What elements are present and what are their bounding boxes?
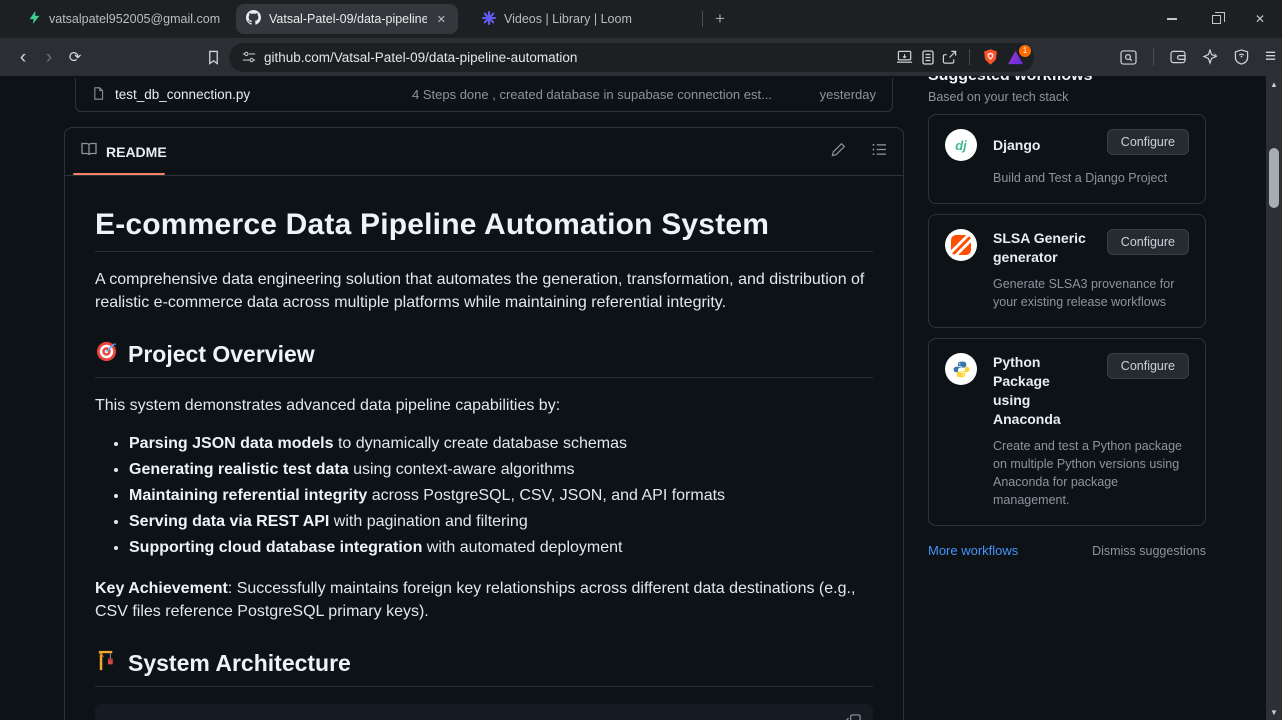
intro-paragraph: A comprehensive data engineering solutio… xyxy=(95,271,865,311)
tab-label: Videos | Library | Loom xyxy=(504,12,632,26)
suggested-workflows-panel: Suggested workflows Based on your tech s… xyxy=(928,76,1206,558)
wallet-icon[interactable] xyxy=(1170,50,1186,64)
readme-body: E-commerce Data Pipeline Automation Syst… xyxy=(65,176,903,720)
tab-supabase[interactable]: vatsalpatel952005@gmail.com's Proj xyxy=(18,0,230,38)
list-item: Serving data via REST API with paginatio… xyxy=(129,509,873,535)
list-item: Parsing JSON data models to dynamically … xyxy=(129,431,873,457)
new-tab-button[interactable]: + xyxy=(715,9,725,29)
workflow-title: SLSA Generic generator xyxy=(993,230,1086,265)
bookmarks-icon[interactable] xyxy=(206,50,221,65)
architecture-code-block: ┌──────────────┐ ┌──────────────┐ ┌─────… xyxy=(95,704,873,720)
reload-button[interactable]: ⟳ xyxy=(62,50,88,65)
list-item: Generating realistic test data using con… xyxy=(129,457,873,483)
readme-tab[interactable]: README xyxy=(73,128,167,175)
leo-ai-icon[interactable] xyxy=(1202,49,1218,65)
more-workflows-link[interactable]: More workflows xyxy=(928,543,1018,558)
django-logo-icon: dj xyxy=(945,129,977,161)
scrollbar-thumb[interactable] xyxy=(1269,148,1279,208)
tab-close-icon[interactable]: ✕ xyxy=(435,13,448,26)
browser-titlebar: vatsalpatel952005@gmail.com's Proj Vatsa… xyxy=(0,0,1282,38)
url-text[interactable]: github.com/Vatsal-Patel-09/data-pipeline… xyxy=(264,50,889,65)
vpn-shield-icon[interactable] xyxy=(1234,49,1249,65)
file-icon xyxy=(92,86,105,104)
sidebar-footer: More workflows Dismiss suggestions xyxy=(928,543,1206,558)
page-scrollbar[interactable]: ▲ ▼ xyxy=(1266,76,1282,720)
site-settings-icon[interactable] xyxy=(242,50,256,64)
list-item: Maintaining referential integrity across… xyxy=(129,483,873,509)
commit-time: yesterday xyxy=(819,87,876,102)
divider xyxy=(1153,48,1154,66)
system-architecture-heading: System Architecture xyxy=(95,649,873,687)
workflow-card-python-anaconda: Python Package using Anaconda Configure … xyxy=(928,338,1206,526)
capability-list: Parsing JSON data models to dynamically … xyxy=(95,431,873,561)
github-icon xyxy=(246,10,261,28)
overview-intro: This system demonstrates advanced data p… xyxy=(95,397,561,414)
address-bar[interactable]: github.com/Vatsal-Patel-09/data-pipeline… xyxy=(229,42,1034,72)
file-name[interactable]: test_db_connection.py xyxy=(115,87,250,102)
readme-card: README E-commerce Data Pipeline Automati… xyxy=(64,127,904,720)
list-item: Supporting cloud database integration wi… xyxy=(129,535,873,561)
reading-list-icon[interactable] xyxy=(922,49,934,65)
menu-icon[interactable]: ≡ xyxy=(1265,46,1276,68)
key-achievement: Key Achievement: Successfully maintains … xyxy=(95,580,856,620)
back-button[interactable]: ‹ xyxy=(10,48,36,67)
edit-pencil-icon[interactable] xyxy=(831,142,846,162)
workflow-title: Python Package using Anaconda xyxy=(993,354,1061,427)
book-icon xyxy=(81,142,97,161)
configure-button[interactable]: Configure xyxy=(1106,353,1189,379)
close-button[interactable]: ✕ xyxy=(1238,0,1282,38)
restore-icon xyxy=(1211,11,1225,24)
python-logo-icon xyxy=(945,353,977,385)
scroll-down-icon[interactable]: ▼ xyxy=(1266,704,1282,720)
toolbar-right-icons: ≡ xyxy=(1120,46,1276,68)
window-controls: ✕ xyxy=(1150,0,1282,38)
crane-icon xyxy=(95,649,118,677)
share-icon[interactable] xyxy=(942,50,957,65)
article-title: E-commerce Data Pipeline Automation Syst… xyxy=(95,208,873,252)
workflow-card-django: dj Django Configure Build and Test a Dja… xyxy=(928,114,1206,204)
copy-icon[interactable] xyxy=(846,714,861,720)
tab-github-repo[interactable]: Vatsal-Patel-09/data-pipeline-au ✕ xyxy=(236,4,458,34)
brave-rewards-icon[interactable]: 1 xyxy=(1007,44,1031,65)
repo-main-content: test_db_connection.py 4 Steps done , cre… xyxy=(64,76,904,720)
rewards-badge-count: 1 xyxy=(1019,44,1031,57)
tab-label: Vatsal-Patel-09/data-pipeline-au xyxy=(269,12,427,26)
workflow-title: Django xyxy=(993,136,1041,153)
minimize-button[interactable] xyxy=(1150,0,1194,38)
minimize-icon xyxy=(1167,18,1177,20)
tab-loom[interactable]: Videos | Library | Loom xyxy=(472,0,692,38)
project-overview-heading: Project Overview xyxy=(95,340,873,378)
slsa-logo-icon xyxy=(945,229,977,261)
reading-mode-icon[interactable] xyxy=(897,50,914,64)
workflow-description: Build and Test a Django Project xyxy=(993,171,1168,185)
outline-list-icon[interactable] xyxy=(872,143,887,161)
active-tab-underline xyxy=(73,173,165,175)
target-icon xyxy=(95,340,118,368)
restore-button[interactable] xyxy=(1194,0,1238,38)
dismiss-suggestions-link[interactable]: Dismiss suggestions xyxy=(1092,544,1206,558)
workflow-card-slsa: SLSA Generic generator Configure Generat… xyxy=(928,214,1206,328)
file-row[interactable]: test_db_connection.py 4 Steps done , cre… xyxy=(75,78,893,112)
supabase-bolt-icon xyxy=(28,11,41,27)
tab-separator xyxy=(702,11,703,27)
search-tabs-icon[interactable] xyxy=(1120,49,1137,65)
sidebar-subheading: Based on your tech stack xyxy=(928,90,1069,104)
sidebar-heading: Suggested workflows xyxy=(928,76,1206,85)
tab-label: vatsalpatel952005@gmail.com's Proj xyxy=(49,12,220,26)
commit-message[interactable]: 4 Steps done , created database in supab… xyxy=(412,87,806,102)
loom-icon xyxy=(482,10,496,28)
configure-button[interactable]: Configure xyxy=(1106,129,1189,155)
divider xyxy=(969,49,970,65)
forward-button[interactable]: › xyxy=(36,48,62,67)
configure-button[interactable]: Configure xyxy=(1106,229,1189,255)
brave-shields-icon[interactable] xyxy=(982,48,999,66)
workflow-description: Generate SLSA3 provenance for your exist… xyxy=(993,277,1175,309)
readme-tab-label: README xyxy=(106,143,167,160)
scroll-up-icon[interactable]: ▲ xyxy=(1266,76,1282,92)
browser-toolbar: ‹ › ⟳ github.com/Vatsal-Patel-09/data-pi… xyxy=(0,38,1282,76)
readme-header: README xyxy=(65,128,903,176)
workflow-description: Create and test a Python package on mult… xyxy=(993,439,1183,507)
